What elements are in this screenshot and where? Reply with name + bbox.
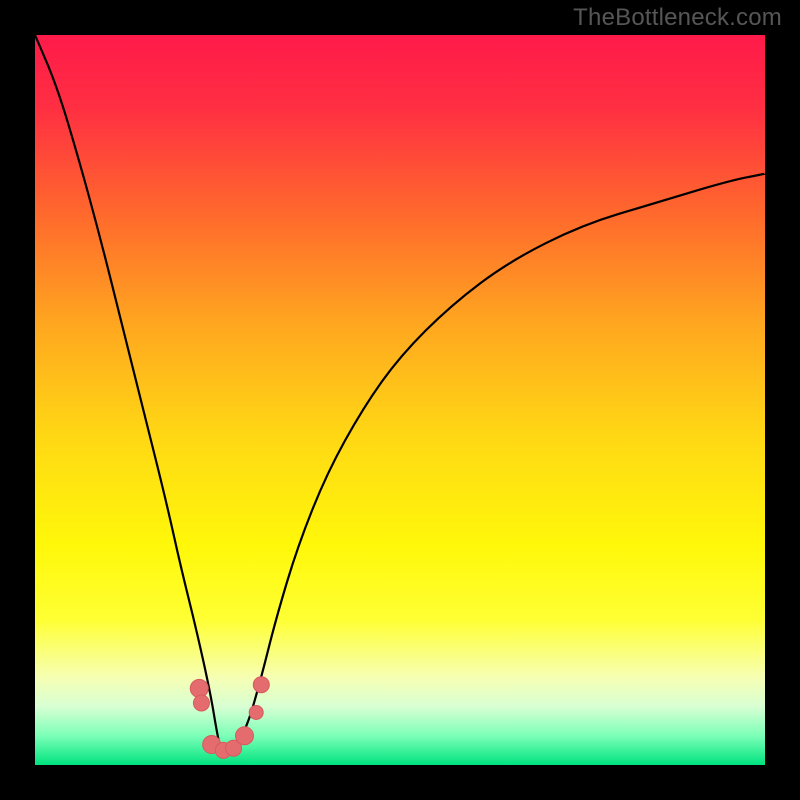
plot-svg [35, 35, 765, 765]
curve-marker [193, 695, 209, 711]
watermark-text: TheBottleneck.com [573, 4, 782, 32]
plot-area [35, 35, 765, 765]
gradient-rect [35, 35, 765, 765]
curve-marker [253, 677, 269, 693]
curve-marker [249, 705, 263, 719]
curve-marker [190, 679, 208, 697]
curve-marker [236, 727, 254, 745]
chart-stage: TheBottleneck.com [0, 0, 800, 800]
